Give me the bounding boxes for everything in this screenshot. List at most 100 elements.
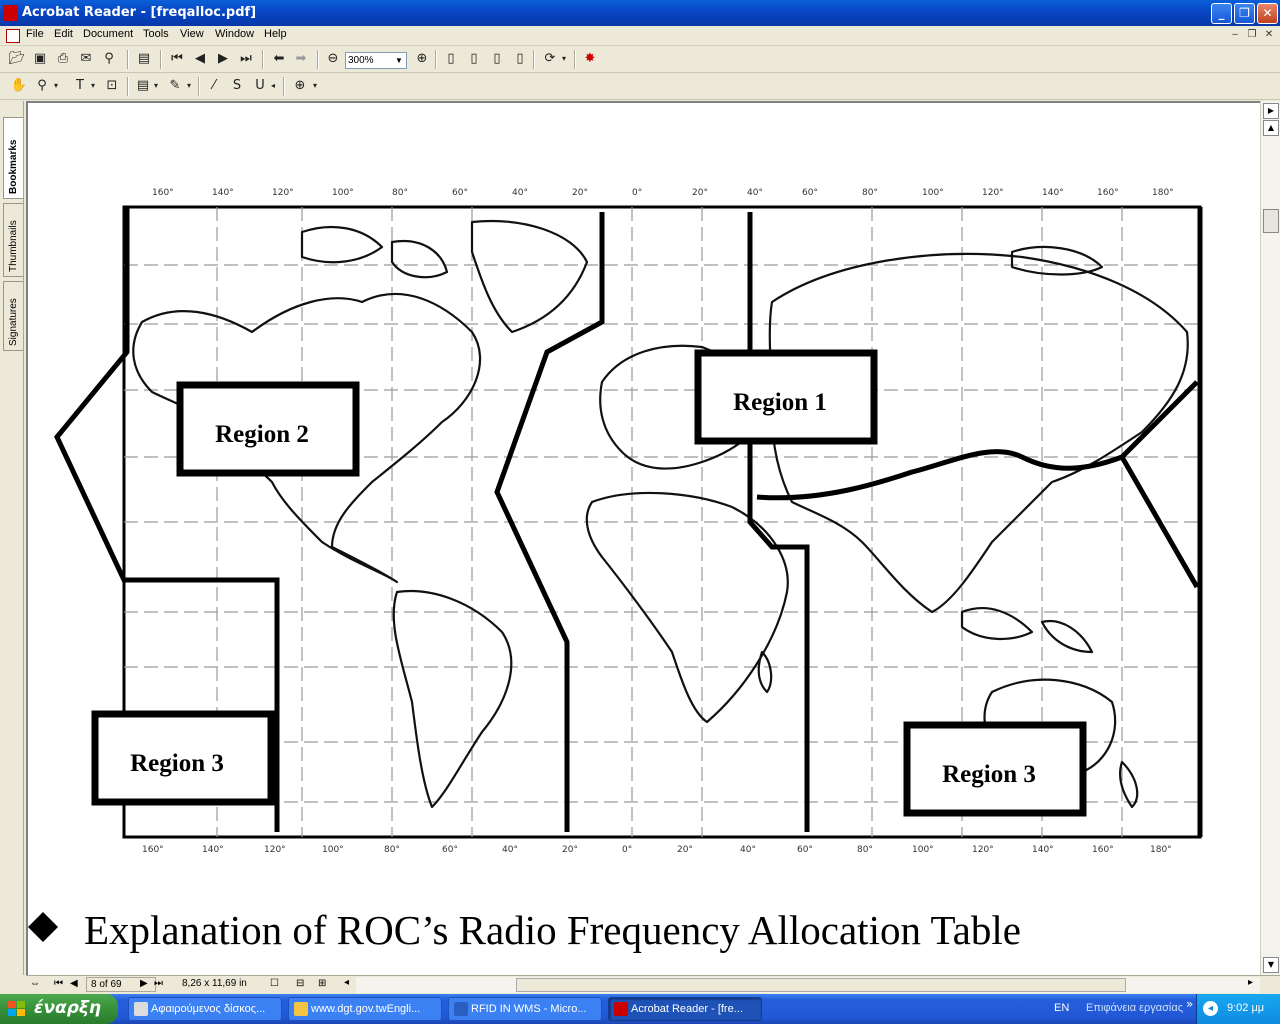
ebook-icon[interactable]: ⊕	[291, 77, 309, 95]
vertical-scrollbar[interactable]: ▶ ▲ ▼	[1260, 101, 1280, 975]
open-icon[interactable]: 📂︎	[8, 50, 26, 68]
menu-file[interactable]: File	[26, 28, 44, 40]
split-arrow-icon[interactable]: ▶	[1263, 103, 1279, 119]
underline-tool-icon[interactable]: U	[251, 77, 269, 95]
zoom-out-icon[interactable]: ⊖	[324, 50, 342, 68]
email-icon[interactable]: ✉	[77, 50, 95, 68]
pencil-dropdown-icon[interactable]: ▾	[184, 77, 194, 95]
single-page-icon[interactable]: ☐	[270, 978, 279, 989]
fit-page-icon[interactable]: ▯	[465, 50, 483, 68]
highlight-tool-icon[interactable]: ⁄	[205, 77, 223, 95]
menu-tools[interactable]: Tools	[143, 28, 169, 40]
scroll-down-icon[interactable]: ▼	[1263, 957, 1279, 973]
actual-size-icon[interactable]: ▯	[442, 50, 460, 68]
zoom-level-field[interactable]: 300% ▼	[345, 52, 407, 69]
desktop-toolbar-label[interactable]: Επιφάνεια εργασίας	[1086, 1002, 1183, 1014]
last-page-icon[interactable]: ⏭	[237, 50, 255, 68]
document-icon[interactable]	[6, 29, 20, 43]
restore-button[interactable]: ❐	[1234, 3, 1255, 24]
zoom-dropdown-icon[interactable]: ▼	[395, 53, 405, 68]
volume-icon[interactable]: ◂	[1203, 1001, 1218, 1016]
continuous-facing-icon[interactable]: ⊞	[318, 978, 326, 989]
graphics-select-icon[interactable]: ⊡	[103, 77, 121, 95]
taskbar-item-word[interactable]: RFID IN WMS - Micro...	[448, 997, 602, 1021]
menu-edit[interactable]: Edit	[54, 28, 73, 40]
previous-page-small-icon[interactable]: ◀	[70, 978, 78, 989]
horizontal-scrollbar[interactable]: ◂ ▸	[344, 977, 1260, 993]
start-button[interactable]: έναρξη	[0, 994, 118, 1024]
show-hide-navigation-icon[interactable]: ▤	[135, 50, 153, 68]
fit-width-icon[interactable]: ▯	[488, 50, 506, 68]
first-page-icon[interactable]: ⏮	[168, 50, 186, 68]
go-forward-icon[interactable]: ➡	[292, 50, 310, 68]
rotate-view-icon[interactable]: ⟳	[541, 50, 559, 68]
next-page-icon[interactable]: ▶	[214, 50, 232, 68]
menu-help[interactable]: Help	[264, 28, 287, 40]
text-select-dropdown-icon[interactable]: ▾	[88, 77, 98, 95]
start-label: έναρξη	[34, 998, 102, 1018]
previous-page-icon[interactable]: ◀	[191, 50, 209, 68]
doc-close-button[interactable]: ✕	[1262, 29, 1276, 42]
close-button[interactable]: ✕	[1257, 3, 1278, 24]
go-back-icon[interactable]: ⬅	[270, 50, 288, 68]
svg-text:40°: 40°	[747, 188, 763, 198]
zoom-tool-dropdown-icon[interactable]: ▾	[51, 77, 61, 95]
language-indicator[interactable]: EN	[1054, 1002, 1069, 1014]
windows-logo-icon	[8, 1001, 25, 1016]
toolbar-expand-icon[interactable]: »	[1186, 997, 1193, 1011]
tab-thumbnails[interactable]: Thumbnails	[3, 203, 23, 277]
horizontal-scroll-thumb[interactable]	[516, 978, 1126, 992]
taskbar-item-removable-disk[interactable]: Αφαιρούμενος δίσκος...	[128, 997, 282, 1021]
svg-text:60°: 60°	[442, 845, 458, 855]
last-page-small-icon[interactable]: ⏭	[154, 978, 163, 989]
rotate-dropdown-icon[interactable]: ▾	[559, 50, 569, 68]
svg-text:20°: 20°	[677, 845, 693, 855]
diamond-bullet-icon	[28, 912, 58, 942]
scroll-left-icon[interactable]: ◂	[344, 977, 349, 988]
acrobat-app-icon[interactable]	[3, 5, 18, 21]
menu-window[interactable]: Window	[215, 28, 254, 40]
text-select-icon[interactable]: T	[71, 77, 89, 95]
svg-text:40°: 40°	[512, 188, 528, 198]
strikeout-tool-icon[interactable]: S	[228, 77, 246, 95]
scroll-up-icon[interactable]: ▲	[1263, 120, 1279, 136]
save-icon[interactable]: ▣	[31, 50, 49, 68]
note-tool-icon[interactable]: ▤	[134, 77, 152, 95]
menu-view[interactable]: View	[180, 28, 204, 40]
tab-bookmarks[interactable]: Bookmarks	[3, 117, 23, 199]
hand-tool-icon[interactable]: ✋	[10, 77, 28, 95]
zoom-tool-icon[interactable]: ⚲	[33, 77, 51, 95]
zoom-in-icon[interactable]: ⊕	[413, 50, 431, 68]
clock[interactable]: 9:02 μμ	[1227, 1002, 1264, 1014]
doc-minimize-button[interactable]: ‒	[1228, 29, 1242, 42]
taskbar-item-dgt-folder[interactable]: www.dgt.gov.twEngli...	[288, 997, 442, 1021]
svg-text:80°: 80°	[384, 845, 400, 855]
first-page-small-icon[interactable]: ⏮	[54, 978, 63, 989]
doc-restore-button[interactable]: ❐	[1245, 29, 1259, 42]
adobe-online-icon[interactable]: ✸	[581, 50, 599, 68]
next-page-small-icon[interactable]: ▶	[140, 978, 148, 989]
continuous-icon[interactable]: ⊟	[296, 978, 304, 989]
drive-icon	[134, 1002, 148, 1016]
scroll-right-icon[interactable]: ▸	[1248, 977, 1253, 988]
taskbar-item-acrobat[interactable]: Acrobat Reader - [fre...	[608, 997, 762, 1021]
svg-text:120°: 120°	[264, 845, 286, 855]
menu-document[interactable]: Document	[83, 28, 133, 40]
svg-text:20°: 20°	[692, 188, 708, 198]
navigation-toggle-icon[interactable]: ⇔	[30, 978, 40, 989]
ebook-dropdown-icon[interactable]: ▾	[310, 77, 320, 95]
find-icon[interactable]: ⚲	[100, 50, 118, 68]
print-icon[interactable]: ⎙	[54, 50, 72, 68]
region2-label: Region 2	[215, 421, 309, 448]
slide-caption: Explanation of ROC’s Radio Frequency All…	[84, 907, 1021, 953]
svg-text:140°: 140°	[1042, 188, 1064, 198]
minimize-button[interactable]: _	[1211, 3, 1232, 24]
svg-text:40°: 40°	[740, 845, 756, 855]
vertical-scroll-thumb[interactable]	[1263, 209, 1279, 233]
pencil-tool-icon[interactable]: ✎	[166, 77, 184, 95]
reflow-icon[interactable]: ▯	[511, 50, 529, 68]
svg-text:0°: 0°	[632, 188, 642, 198]
note-tool-dropdown-icon[interactable]: ▾	[151, 77, 161, 95]
tab-signatures[interactable]: Signatures	[3, 281, 23, 351]
markup-dropdown-icon[interactable]: ◂	[268, 77, 278, 95]
